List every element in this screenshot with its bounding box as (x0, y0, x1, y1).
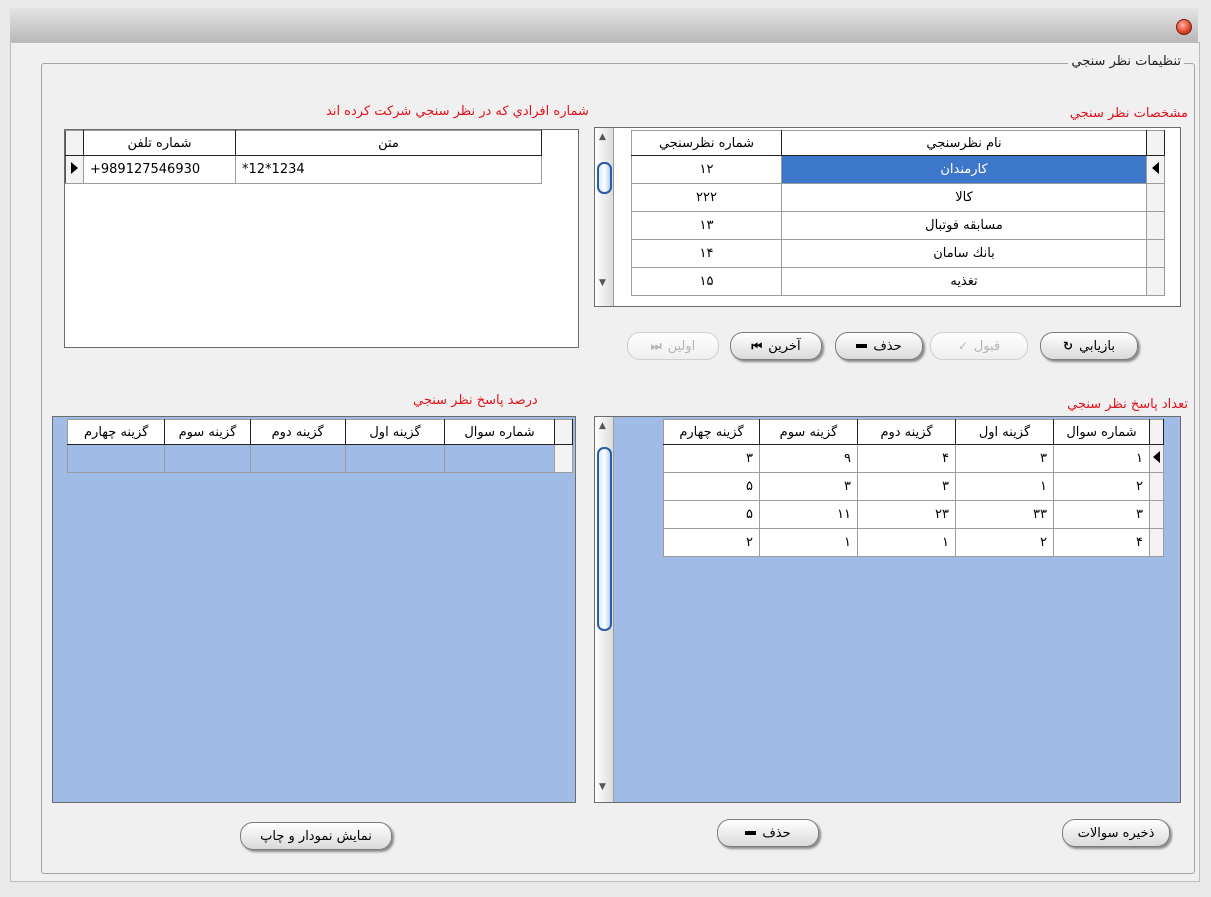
surveys-scrollbar[interactable]: ▲ ▼ (595, 128, 614, 306)
phone-cell[interactable]: +989127546930 (83, 155, 236, 184)
delete-answers-button[interactable]: حذف (717, 819, 819, 847)
scroll-thumb[interactable] (597, 162, 612, 194)
participants-section-title: شماره افرادي كه در نظر سنجي شركت كرده ان… (326, 104, 589, 119)
minus-icon (745, 831, 757, 835)
minus-icon (856, 344, 868, 348)
survey-settings-window: تنظیمات نظر سنجي مشخصات نظر سنجي شماره ا… (10, 42, 1200, 882)
count-cell[interactable]: ۱۱ (759, 500, 858, 529)
table-row[interactable]: ۵۳۳۱۲ (663, 472, 1164, 501)
group-title: تنظیمات نظر سنجي (1068, 54, 1184, 69)
count-cell[interactable]: ۱ (759, 528, 858, 557)
answer-counts-scrollbar[interactable]: ▲ ▼ (595, 417, 614, 802)
survey-number-cell[interactable]: ۱۴ (631, 239, 782, 268)
col-option-3[interactable]: گزينه سوم (759, 419, 858, 445)
answer-counts-section-title: تعداد پاسخ نظر سنجي (1067, 397, 1188, 412)
scroll-thumb[interactable] (597, 447, 612, 631)
survey-number-cell[interactable]: ۱۳ (631, 211, 782, 240)
row-pointer-icon (1153, 450, 1160, 463)
count-cell[interactable]: ۳ (759, 472, 858, 501)
refresh-button[interactable]: بازيابي ↻ (1040, 332, 1138, 360)
refresh-icon: ↻ (1063, 339, 1074, 353)
col-option-4[interactable]: گزينه چهارم (66, 419, 166, 445)
window-titlebar (10, 8, 1198, 43)
table-row[interactable]: ۱۳ مسابقه فوتبال (631, 211, 1165, 240)
table-row[interactable]: ۱۴ بانك سامان (631, 239, 1165, 268)
delete-button[interactable]: حذف (835, 332, 923, 360)
col-survey-number[interactable]: شماره نظرسنجي (631, 130, 782, 156)
answer-percent-section-title: درصد پاسخ نظر سنجي (413, 393, 538, 408)
check-icon: ✓ (957, 339, 968, 353)
table-row[interactable]: ۱۲ کارمندان (631, 155, 1165, 184)
col-question-number[interactable]: شماره سوال (444, 419, 555, 445)
count-cell[interactable]: ۵ (663, 472, 760, 501)
close-icon[interactable] (1176, 19, 1192, 35)
row-pointer-icon (1152, 161, 1159, 174)
col-option-4[interactable]: گزينه چهارم (663, 419, 760, 445)
survey-number-cell[interactable]: ۲۲۲ (631, 183, 782, 212)
accept-button[interactable]: قبول ✓ (930, 332, 1028, 360)
scroll-up-icon[interactable]: ▲ (599, 132, 606, 142)
show-chart-print-button[interactable]: نمايش نمودار و چاپ (240, 822, 392, 850)
col-option-1[interactable]: گزينه اول (344, 419, 446, 445)
count-cell[interactable]: ۳ (857, 472, 956, 501)
col-question-number[interactable]: شماره سوال (1053, 419, 1150, 445)
count-cell[interactable]: ۲۳ (857, 500, 956, 529)
last-record-icon: ⏮ (751, 338, 763, 353)
col-option-2[interactable]: گزينه دوم (249, 419, 346, 445)
first-record-icon: ⏭ (650, 338, 662, 353)
col-text[interactable]: متن (235, 130, 542, 156)
scroll-up-icon[interactable]: ▲ (599, 421, 606, 431)
row-pointer-icon (71, 161, 78, 174)
first-button[interactable]: اولين ⏭ (627, 332, 719, 360)
table-row[interactable]: ۳۹۴۳۱ (663, 444, 1164, 473)
table-row[interactable]: ۲۲۲ کالا (631, 183, 1165, 212)
scroll-down-icon[interactable]: ▼ (599, 782, 606, 792)
count-cell[interactable]: ۲ (1053, 472, 1150, 501)
table-row[interactable]: +989127546930 *12*1234 (65, 155, 542, 184)
survey-number-cell[interactable]: ۱۵ (631, 267, 782, 296)
answer-percent-grid[interactable]: گزينه چهارم گزينه سوم گزينه دوم گزينه او… (52, 416, 576, 803)
count-cell[interactable]: ۳۳ (955, 500, 1054, 529)
table-row[interactable]: ۵ ۱۱ ۲۳ ۳۳ ۳ (663, 500, 1164, 529)
text-cell[interactable]: *12*1234 (235, 155, 542, 184)
col-phone[interactable]: شماره تلفن (83, 130, 236, 156)
count-cell[interactable]: ۱ (857, 528, 956, 557)
survey-settings-group: تنظیمات نظر سنجي مشخصات نظر سنجي شماره ا… (41, 54, 1195, 874)
count-cell[interactable]: ۵ (663, 500, 760, 529)
surveys-table: شماره نظرسنجي نام نظرسنجي ۱۲ کارمندان ۲۲۲ ک… (631, 130, 1165, 296)
col-option-2[interactable]: گزينه دوم (857, 419, 956, 445)
surveys-grid[interactable]: ▲ ▼ شماره نظرسنجي نام نظرسنجي ۱۲ کارمندان… (594, 127, 1181, 307)
answer-counts-grid[interactable]: ▲ ▼ گزينه چهارم گزينه سوم گزينه دوم گزين… (594, 416, 1181, 803)
survey-name-cell[interactable]: تغذيه (781, 267, 1147, 296)
count-cell[interactable]: ۴ (1053, 528, 1150, 557)
survey-name-cell[interactable]: مسابقه فوتبال (781, 211, 1147, 240)
save-questions-button[interactable]: ذخيره سوالات (1062, 819, 1170, 847)
count-cell[interactable]: ۲ (663, 528, 760, 557)
count-cell[interactable]: ۱ (1053, 444, 1150, 473)
survey-name-cell[interactable]: کارمندان (781, 155, 1147, 184)
survey-name-cell[interactable]: بانك سامان (781, 239, 1147, 268)
count-cell[interactable]: ۱ (955, 472, 1054, 501)
scroll-down-icon[interactable]: ▼ (599, 278, 606, 288)
col-survey-name[interactable]: نام نظرسنجي (781, 130, 1147, 156)
count-cell[interactable]: ۳ (955, 444, 1054, 473)
count-cell[interactable]: ۹ (759, 444, 858, 473)
count-cell[interactable]: ۴ (857, 444, 956, 473)
count-cell[interactable]: ۲ (955, 528, 1054, 557)
col-option-1[interactable]: گزينه اول (955, 419, 1054, 445)
survey-name-cell[interactable]: کالا (781, 183, 1147, 212)
participants-grid[interactable]: شماره تلفن متن +989127546930 *12*1234 (64, 129, 579, 348)
survey-number-cell[interactable]: ۱۲ (631, 155, 782, 184)
count-cell[interactable]: ۳ (663, 444, 760, 473)
answer-percent-table: گزينه چهارم گزينه سوم گزينه دوم گزينه او… (66, 419, 574, 473)
table-row[interactable]: ۲۱۱۲۴ (663, 528, 1164, 557)
count-cell[interactable]: ۳ (1053, 500, 1150, 529)
table-row[interactable]: ۱۵ تغذيه (631, 267, 1165, 296)
last-button[interactable]: آخرين ⏮ (730, 332, 822, 360)
col-option-3[interactable]: گزينه سوم (164, 419, 251, 445)
answer-counts-table: گزينه چهارم گزينه سوم گزينه دوم گزينه او… (663, 419, 1164, 557)
surveys-section-title: مشخصات نظر سنجي (1069, 106, 1188, 121)
empty-row[interactable] (66, 444, 574, 473)
participants-table: شماره تلفن متن +989127546930 *12*1234 (65, 130, 542, 184)
